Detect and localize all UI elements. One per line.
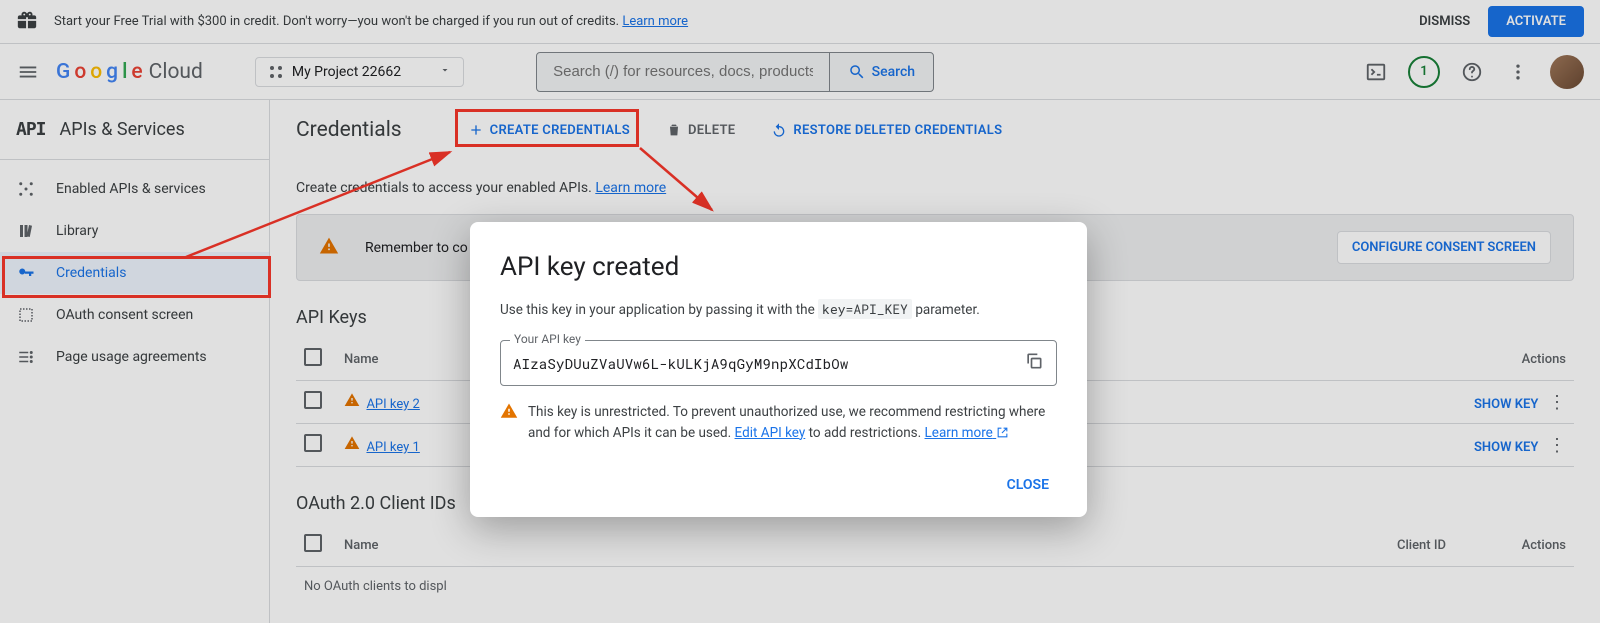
gift-icon [16, 9, 38, 35]
checkbox-all[interactable] [304, 348, 322, 366]
search-input[interactable] [537, 63, 829, 80]
enabled-apis-icon [16, 180, 36, 198]
close-button[interactable]: CLOSE [999, 471, 1057, 499]
activate-button[interactable]: ACTIVATE [1488, 6, 1584, 37]
learn-more-link[interactable]: Learn more [925, 425, 1010, 441]
trial-text: Start your Free Trial with $300 in credi… [54, 14, 688, 29]
sidebar-item-library[interactable]: Library [0, 210, 269, 252]
warning-icon [500, 402, 518, 443]
col-client-id: Client ID [825, 524, 1454, 567]
row-checkbox[interactable] [304, 391, 322, 409]
library-icon [16, 222, 36, 240]
warning-icon [344, 440, 360, 455]
create-credentials-button[interactable]: CREATE CREDENTIALS [468, 122, 630, 138]
google-cloud-logo[interactable]: Google Cloud [56, 60, 203, 84]
search-button[interactable]: Search [829, 53, 933, 91]
consent-text: Remember to co [365, 240, 468, 256]
sidebar-item-label: Credentials [56, 265, 126, 281]
dialog-warning: This key is unrestricted. To prevent una… [500, 402, 1057, 443]
subtitle: Create credentials to access your enable… [296, 180, 1574, 196]
edit-api-key-link[interactable]: Edit API key [735, 425, 806, 441]
api-key-link[interactable]: API key 2 [366, 397, 419, 412]
sidebar-item-enabled-apis[interactable]: Enabled APIs & services [0, 168, 269, 210]
warning-icon [344, 397, 360, 412]
row-menu-icon[interactable]: ⋮ [1548, 435, 1566, 456]
warning-icon [319, 236, 339, 260]
row-checkbox[interactable] [304, 434, 322, 452]
col-actions: Actions [1454, 524, 1574, 567]
page-title: Credentials [296, 118, 402, 142]
sidebar-header: API APIs & Services [0, 100, 269, 160]
row-menu-icon[interactable]: ⋮ [1548, 392, 1566, 413]
copy-icon[interactable] [1024, 351, 1044, 375]
notifications-badge[interactable]: 1 [1408, 56, 1440, 88]
api-key-created-dialog: API key created Use this key in your app… [470, 222, 1087, 517]
delete-button[interactable]: DELETE [666, 122, 735, 138]
chevron-down-icon [439, 64, 451, 80]
project-name: My Project 22662 [292, 64, 401, 80]
show-key-button[interactable]: SHOW KEY [1474, 440, 1538, 455]
checkbox-all[interactable] [304, 534, 322, 552]
help-icon[interactable] [1458, 58, 1486, 86]
avatar[interactable] [1550, 55, 1584, 89]
field-label: Your API key [510, 332, 585, 346]
cloud-shell-icon[interactable] [1362, 58, 1390, 86]
dialog-desc: Use this key in your application by pass… [500, 300, 1057, 320]
api-logo-icon: API [16, 119, 46, 140]
search-box[interactable]: Search [536, 52, 934, 92]
sidebar: API APIs & Services Enabled APIs & servi… [0, 100, 270, 623]
api-key-field: Your API key AIzaSyDUuZVaUVw6L-kULKjA9qG… [500, 340, 1057, 386]
sidebar-item-oauth-consent[interactable]: OAuth consent screen [0, 294, 269, 336]
api-key-link[interactable]: API key 1 [366, 440, 419, 455]
show-key-button[interactable]: SHOW KEY [1474, 397, 1538, 412]
dialog-title: API key created [500, 252, 1057, 282]
sidebar-item-label: Library [56, 223, 98, 239]
key-icon [16, 264, 36, 282]
api-key-value[interactable]: AIzaSyDUuZVaUVw6L-kULKjA9qGyM9npXCdIbOw [513, 354, 1024, 373]
trial-learn-more-link[interactable]: Learn more [622, 14, 688, 29]
restore-button[interactable]: RESTORE DELETED CREDENTIALS [771, 122, 1002, 138]
project-picker[interactable]: My Project 22662 [255, 57, 464, 87]
sidebar-item-page-usage[interactable]: Page usage agreements [0, 336, 269, 378]
sidebar-item-label: OAuth consent screen [56, 307, 193, 323]
more-icon[interactable] [1504, 58, 1532, 86]
sidebar-item-label: Page usage agreements [56, 349, 207, 365]
menu-icon[interactable] [16, 60, 40, 84]
usage-icon [16, 348, 36, 366]
learn-more-link[interactable]: Learn more [595, 180, 666, 196]
sidebar-item-credentials[interactable]: Credentials [0, 252, 269, 294]
consent-icon [16, 306, 36, 324]
no-oauth-text: No OAuth clients to displ [296, 567, 1574, 606]
sidebar-item-label: Enabled APIs & services [56, 181, 206, 197]
configure-consent-button[interactable]: CONFIGURE CONSENT SCREEN [1337, 231, 1551, 264]
dismiss-button[interactable]: DISMISS [1419, 14, 1470, 29]
oauth-table: Name Client ID Actions [296, 524, 1574, 567]
col-name: Name [336, 524, 825, 567]
